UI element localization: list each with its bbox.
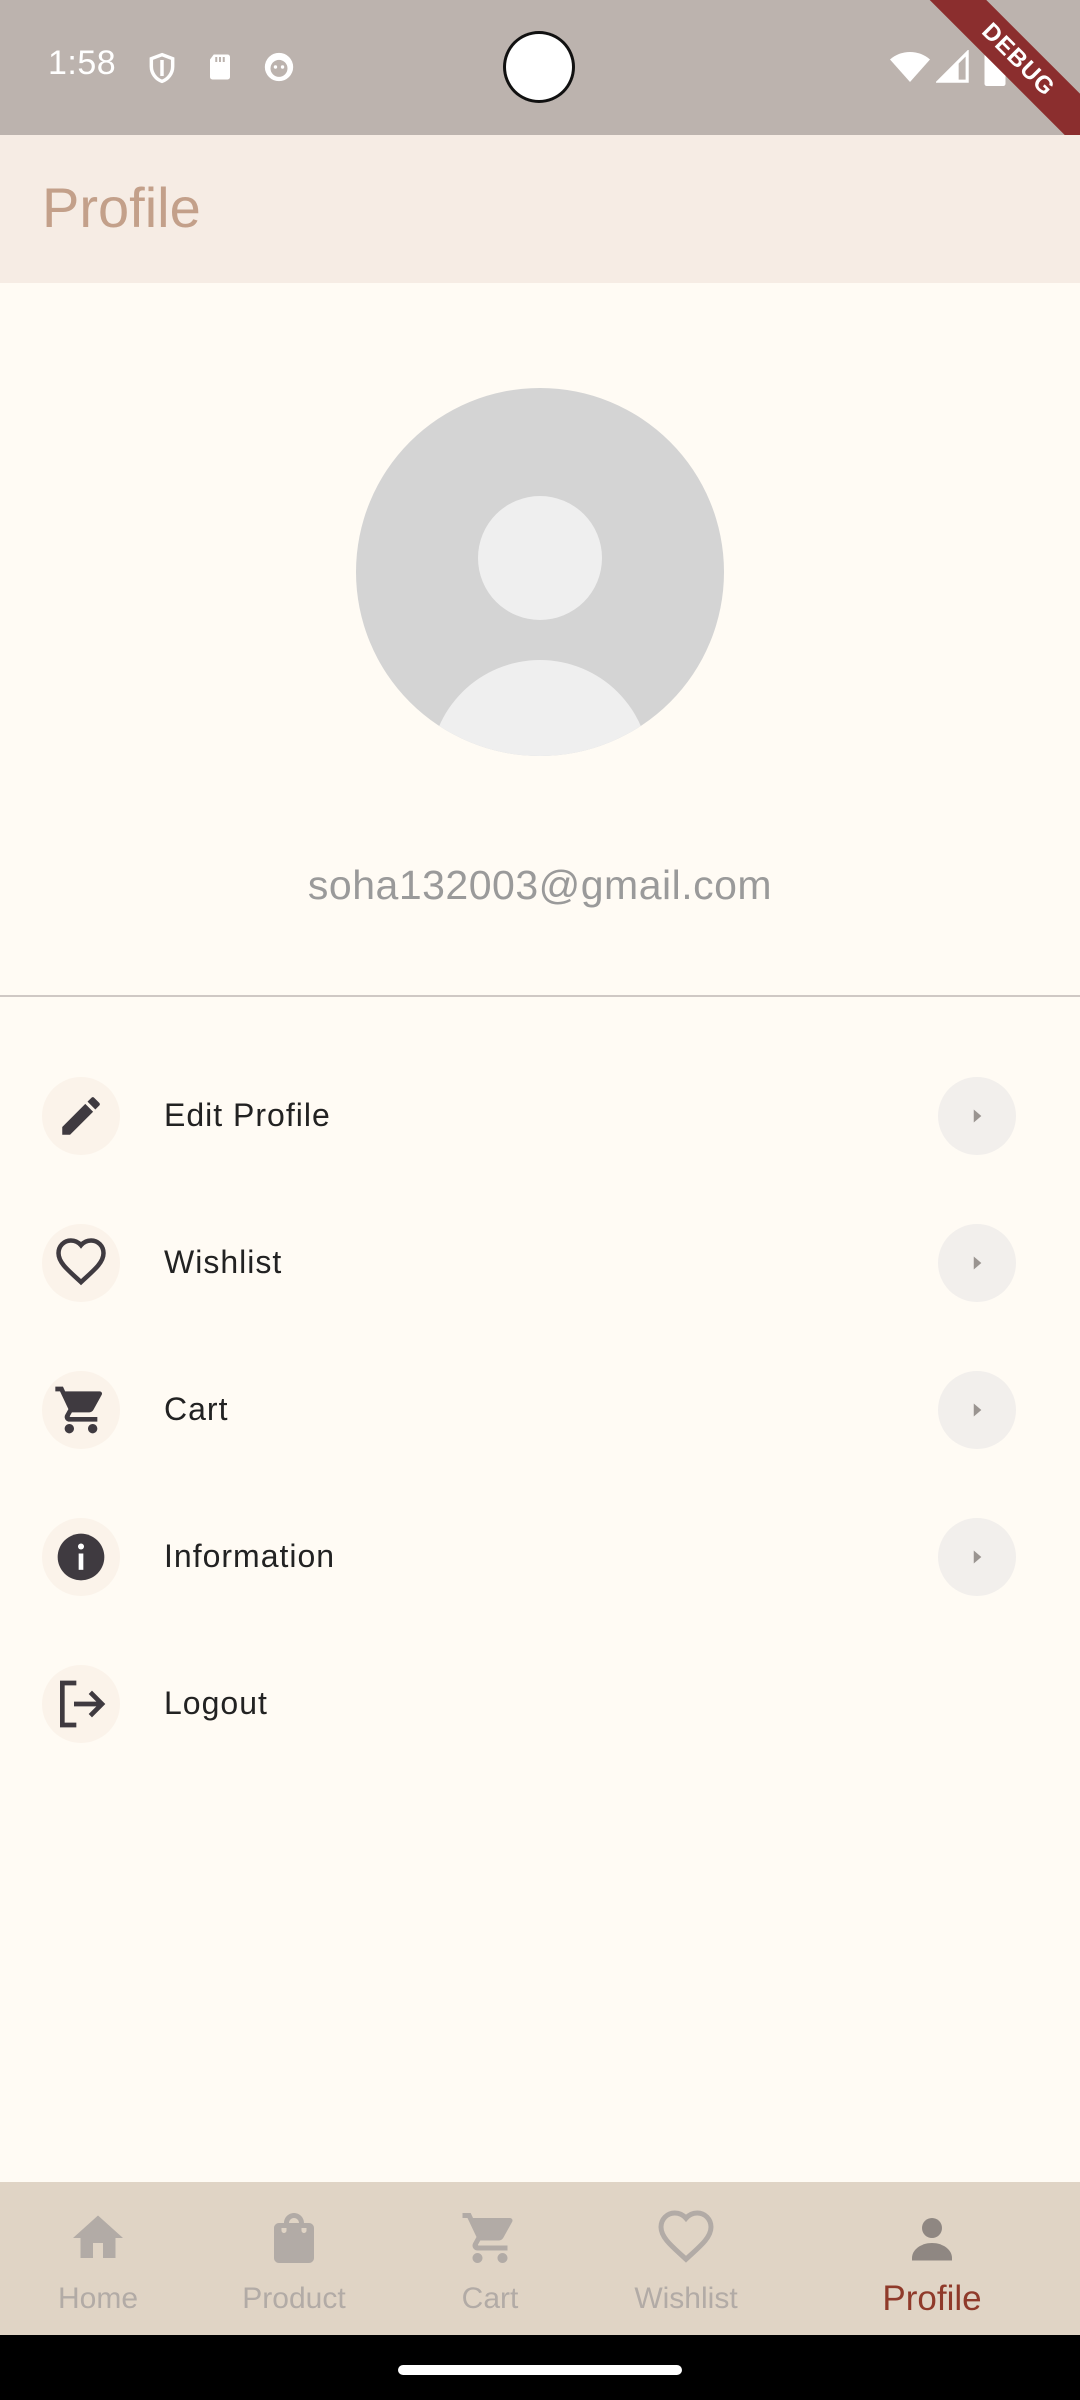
nav-label-home: Home xyxy=(57,2282,139,2315)
shopping-bag-icon xyxy=(196,2208,392,2268)
menu-label-logout: Logout xyxy=(164,1685,268,1721)
menu-label-wishlist: Wishlist xyxy=(164,1244,283,1280)
nav-label-product: Product xyxy=(242,2282,346,2315)
menu-item-logout[interactable]: Logout xyxy=(0,1631,1080,1778)
divider xyxy=(0,995,1080,997)
camera-cutout xyxy=(506,34,572,100)
chevron-right-icon[interactable] xyxy=(938,1224,1016,1302)
menu-label-edit-profile: Edit Profile xyxy=(164,1097,331,1133)
bottom-nav: Home Product Cart Wishlist Profile xyxy=(0,2182,1080,2335)
nav-label-wishlist: Wishlist xyxy=(634,2282,738,2315)
signal-icon xyxy=(935,49,970,89)
menu-item-edit-profile[interactable]: Edit Profile xyxy=(0,1043,1080,1190)
sd-card-icon xyxy=(205,50,235,89)
avatar[interactable] xyxy=(356,388,724,756)
home-icon xyxy=(0,2208,196,2268)
nav-item-cart[interactable]: Cart xyxy=(392,2182,588,2335)
chevron-right-icon[interactable] xyxy=(938,1518,1016,1596)
chevron-right-icon[interactable] xyxy=(938,1371,1016,1449)
nav-item-profile[interactable]: Profile xyxy=(834,2182,1030,2335)
nav-item-product[interactable]: Product xyxy=(196,2182,392,2335)
nav-item-wishlist[interactable]: Wishlist xyxy=(588,2182,784,2335)
nav-label-cart: Cart xyxy=(461,2282,519,2315)
gesture-handle[interactable] xyxy=(398,2365,682,2375)
shield-icon xyxy=(146,50,178,91)
nav-label-profile: Profile xyxy=(882,2279,982,2318)
pencil-icon xyxy=(42,1077,120,1155)
user-email: soha132003@gmail.com xyxy=(307,862,773,908)
wifi-icon xyxy=(890,50,930,89)
menu-item-wishlist[interactable]: Wishlist xyxy=(0,1190,1080,1337)
logout-icon xyxy=(42,1665,120,1743)
avatar-head-shape xyxy=(478,496,602,620)
nav-item-home[interactable]: Home xyxy=(0,2182,196,2335)
heart-outline-icon xyxy=(588,2208,784,2268)
menu-item-cart[interactable]: Cart xyxy=(0,1337,1080,1484)
menu-item-information[interactable]: Information xyxy=(0,1484,1080,1631)
person-icon xyxy=(834,2208,1030,2268)
cart-icon xyxy=(392,2208,588,2268)
page-title: Profile xyxy=(42,176,201,239)
heart-icon xyxy=(42,1224,120,1302)
menu-label-cart: Cart xyxy=(164,1391,229,1427)
cart-icon xyxy=(42,1371,120,1449)
info-icon xyxy=(42,1518,120,1596)
status-bar: 1:58 DEBUG xyxy=(0,0,1080,152)
face-icon xyxy=(262,50,296,89)
menu-label-information: Information xyxy=(164,1538,336,1574)
chevron-right-icon[interactable] xyxy=(938,1077,1016,1155)
avatar-body-shape xyxy=(430,660,650,756)
status-time: 1:58 xyxy=(48,44,117,82)
app-bar: Profile xyxy=(0,135,1080,283)
